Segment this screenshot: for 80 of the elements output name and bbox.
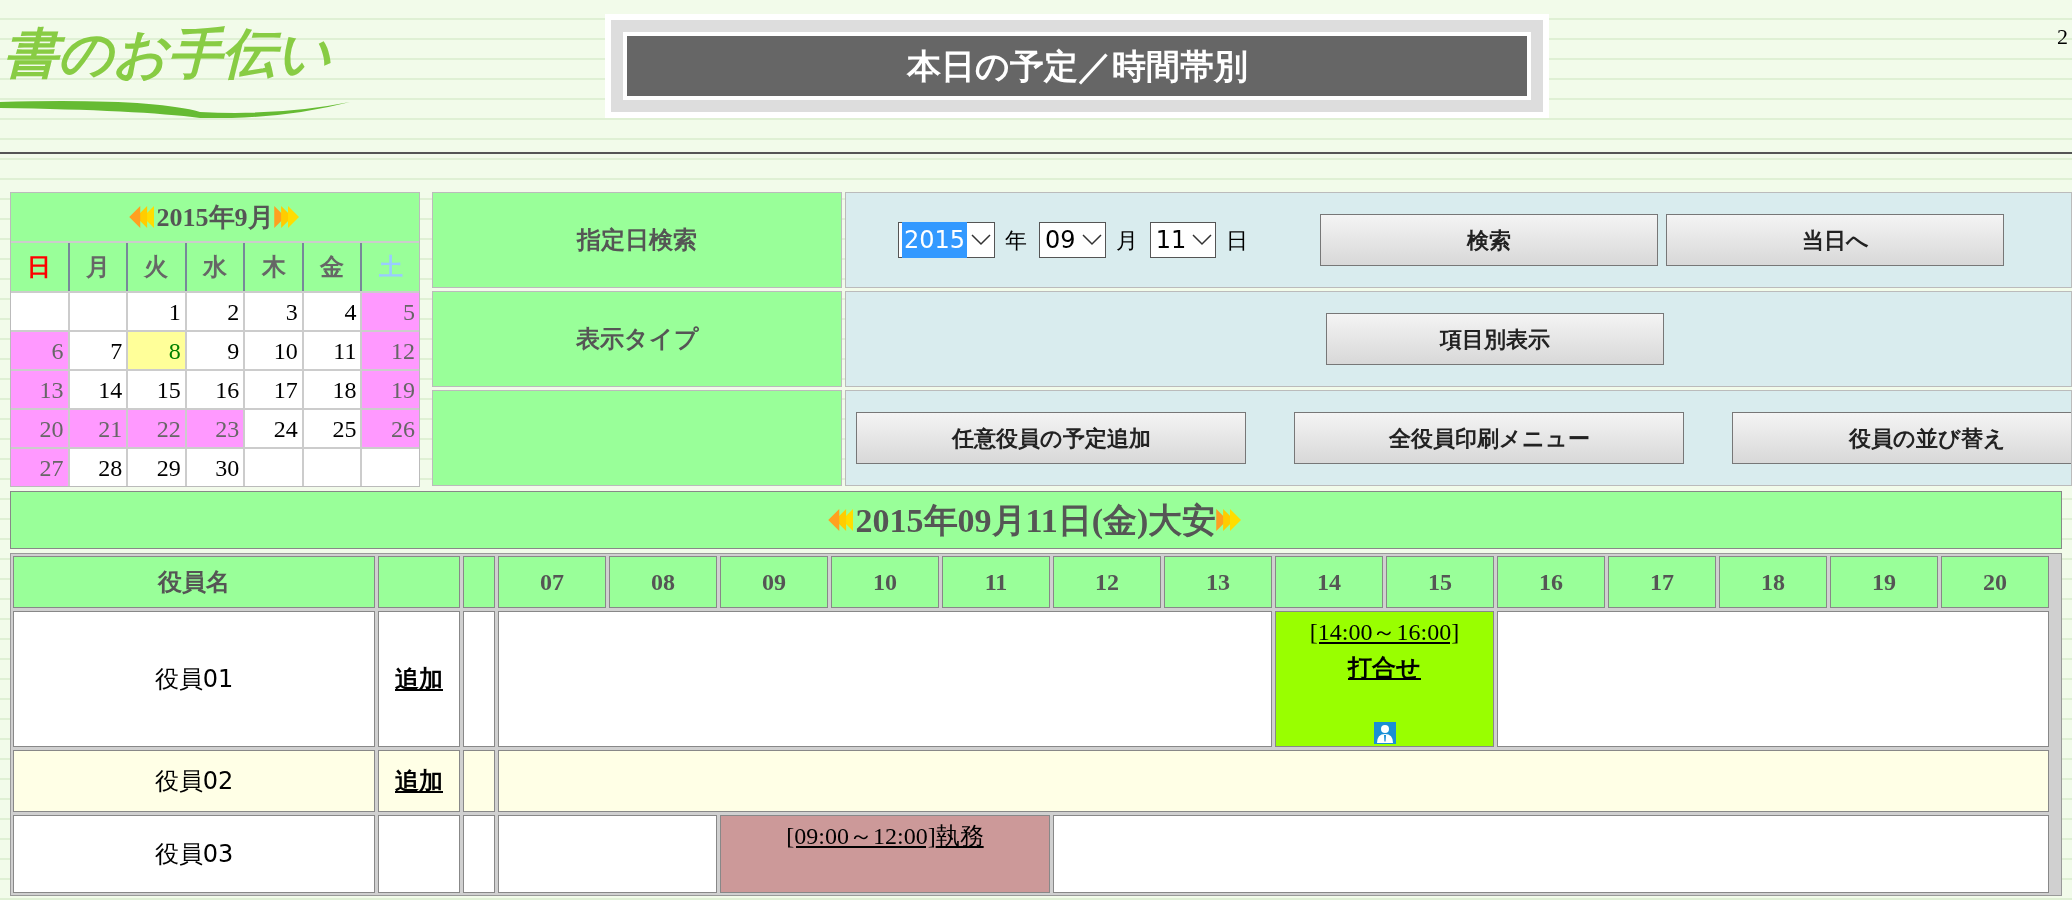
event-text[interactable]: [09:00～12:00]執務 — [786, 818, 984, 854]
hour-header: 08 — [609, 556, 717, 608]
action-button[interactable]: 全役員印刷メニュー — [1294, 412, 1684, 464]
calendar-day[interactable]: 29 — [128, 449, 185, 486]
previous-arrows-icon[interactable] — [128, 206, 157, 228]
weekday-label: 水 — [203, 252, 227, 283]
action-button[interactable]: 任意役員の予定追加 — [856, 412, 1246, 464]
weekday-label: 木 — [261, 252, 286, 283]
member-name: 役員03 — [154, 839, 234, 870]
schedule-event[interactable]: [09:00～12:00]執務 — [720, 815, 1050, 893]
hour-header: 12 — [1053, 556, 1161, 608]
hour-header: 07 — [498, 556, 606, 608]
calendar-day[interactable]: 11 — [303, 332, 361, 369]
row-label: 指定日検索 — [577, 225, 697, 256]
schedule-event[interactable]: [14:00～16:00] 打合せ — [1275, 611, 1494, 747]
page-title: 本日の予定／時間帯別 — [623, 32, 1531, 100]
date-unit: 月 — [1115, 226, 1138, 255]
date-unit: 年 — [1005, 226, 1028, 255]
select-value: 11 — [1154, 225, 1188, 256]
weekday-label: 土 — [378, 252, 403, 283]
hour-header: 13 — [1164, 556, 1272, 608]
hour-header: 10 — [831, 556, 939, 608]
spacer-cell — [463, 750, 495, 812]
chevron-down-icon — [1192, 234, 1213, 246]
calendar-day[interactable]: 16 — [186, 371, 244, 408]
calendar-day[interactable]: 25 — [303, 410, 361, 447]
hour-header: 09 — [720, 556, 828, 608]
calendar-day[interactable]: 10 — [245, 332, 302, 369]
hour-header: 14 — [1275, 556, 1383, 608]
calendar-day[interactable]: 2 — [186, 293, 244, 330]
chevron-down-icon — [971, 234, 992, 246]
hour-header: 18 — [1719, 556, 1827, 608]
event-title[interactable]: 打合せ — [1348, 650, 1421, 686]
hour-header: 15 — [1386, 556, 1494, 608]
calendar-day[interactable]: 15 — [128, 371, 185, 408]
chevron-down-icon — [1081, 234, 1102, 246]
event-text[interactable]: [14:00～16:00] — [1309, 614, 1460, 650]
calendar-day[interactable]: 28 — [69, 449, 127, 486]
weekday-label: 日 — [27, 252, 52, 283]
action-button[interactable]: 項目別表示 — [1326, 313, 1664, 365]
add-link[interactable]: 追加 — [395, 661, 443, 697]
hour-header: 19 — [1830, 556, 1938, 608]
weekday-label: 金 — [320, 252, 345, 283]
hour-header: 17 — [1608, 556, 1716, 608]
calendar-day[interactable]: 17 — [245, 371, 302, 408]
calendar-day[interactable]: 7 — [69, 332, 127, 369]
weekday-label: 火 — [144, 252, 169, 283]
calendar-day[interactable]: 3 — [245, 293, 302, 330]
weekday-label: 月 — [85, 252, 110, 283]
calendar-day[interactable]: 18 — [303, 371, 361, 408]
next-arrows-icon[interactable] — [273, 206, 302, 228]
calendar-day[interactable]: 30 — [186, 449, 244, 486]
corner-text: 2 — [2057, 23, 2068, 51]
calendar-day[interactable]: 4 — [303, 293, 361, 330]
hour-header: 16 — [1497, 556, 1605, 608]
calendar-day[interactable]: 8 — [128, 332, 185, 369]
hour-header: 11 — [942, 556, 1050, 608]
select-value: 2015 — [902, 222, 968, 258]
action-button[interactable]: 検索 — [1320, 214, 1659, 266]
logo-text: 書のお手伝い — [4, 19, 332, 87]
calendar-month: 2015年9月 — [156, 201, 274, 234]
date-unit: 日 — [1226, 226, 1249, 255]
row-label: 表示タイプ — [575, 324, 699, 355]
calendar-day[interactable]: 1 — [128, 293, 185, 330]
add-link[interactable]: 追加 — [395, 763, 443, 799]
action-button[interactable]: 役員の並び替え — [1732, 412, 2071, 464]
select-field[interactable]: 11 — [1149, 222, 1217, 258]
header-cell — [463, 556, 495, 608]
member-name: 役員01 — [154, 664, 234, 695]
select-value: 09 — [1044, 225, 1077, 256]
calendar-day[interactable]: 24 — [245, 410, 302, 447]
calendar-day[interactable]: 9 — [186, 332, 244, 369]
previous-arrows-icon[interactable] — [827, 509, 856, 531]
action-button[interactable]: 当日へ — [1666, 214, 2005, 266]
select-field[interactable]: 09 — [1039, 222, 1106, 258]
hour-header: 20 — [1941, 556, 2049, 608]
member-name: 役員02 — [154, 766, 234, 797]
date-heading: 2015年09月11日(金)大安 — [855, 500, 1217, 541]
column-header: 役員名 — [158, 567, 230, 598]
calendar-day[interactable]: 14 — [69, 371, 127, 408]
